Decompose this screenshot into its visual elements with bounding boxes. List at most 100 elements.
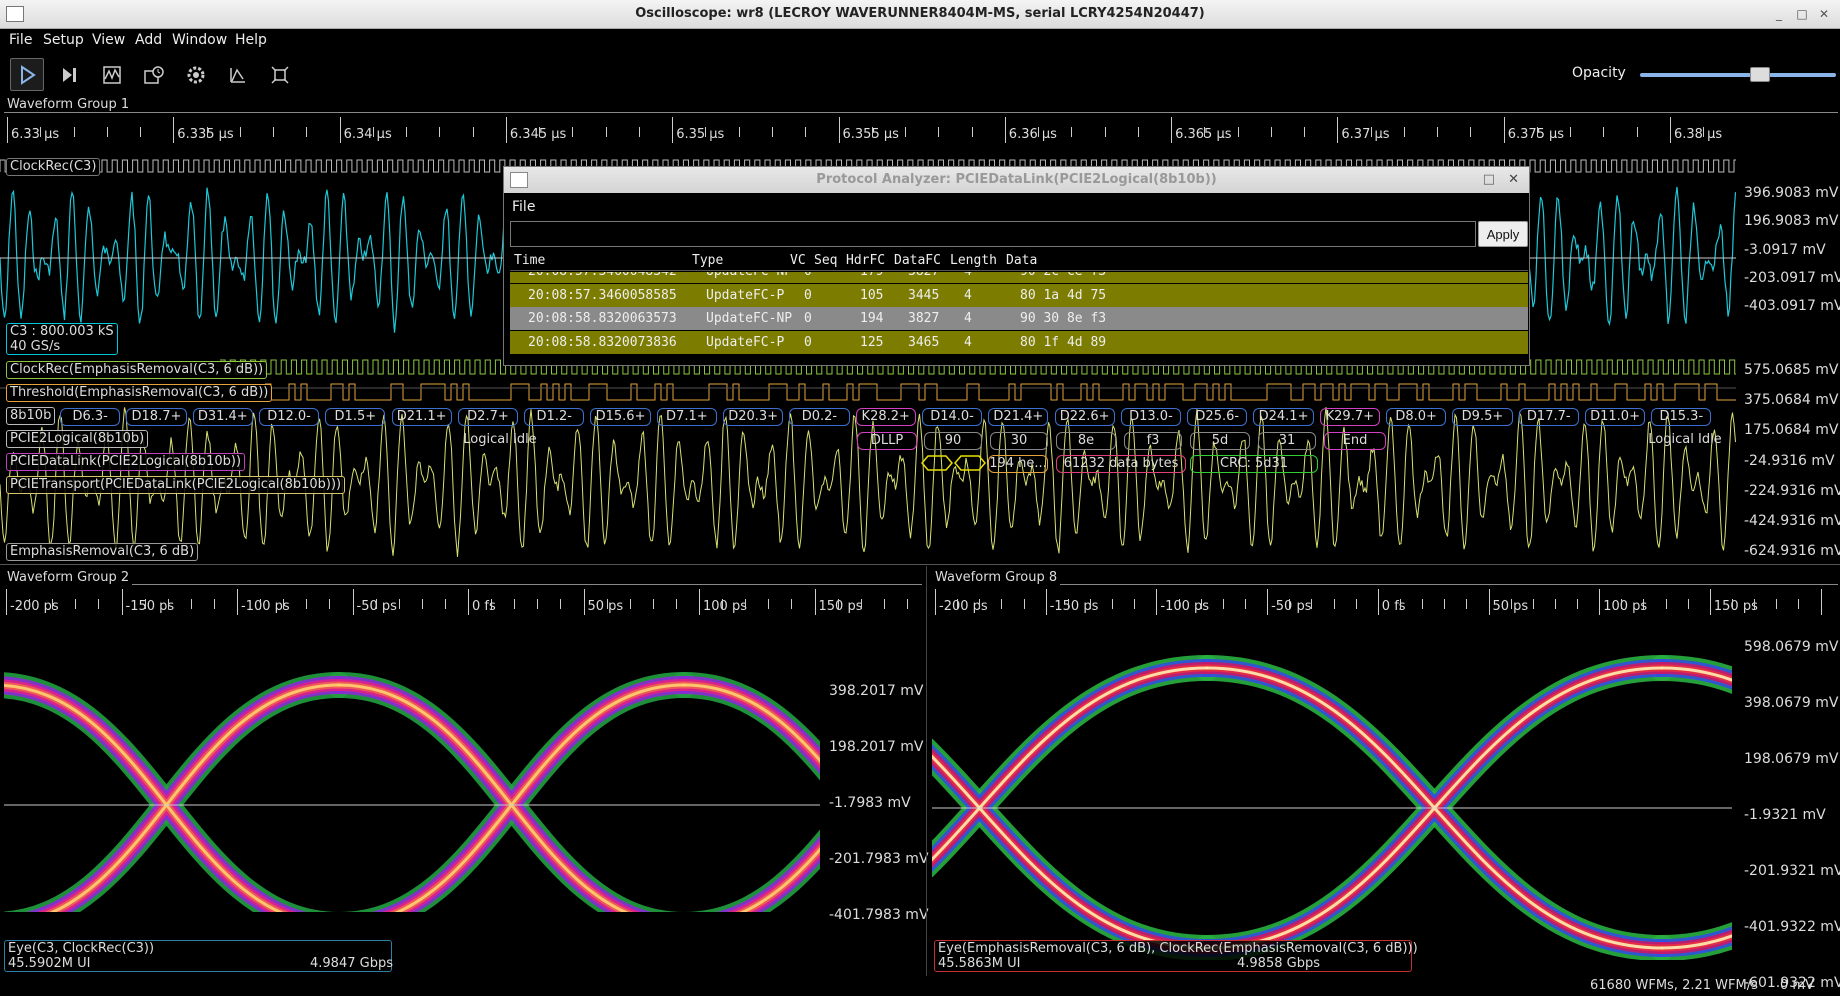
8b10b-symbol[interactable]: D17.7- <box>1518 408 1579 426</box>
protocol-window-icon <box>510 172 528 188</box>
table-row[interactable]: 20:08:58.8320073836 UpdateFC-P 0 125 3465 4 80… <box>510 330 1528 354</box>
history-button[interactable] <box>137 58 171 91</box>
logical-byte-5[interactable]: 5d <box>1190 432 1250 450</box>
table-row[interactable]: 20:08:58.8320063573 UpdateFC-NP 0 194 3827 4 9… <box>510 307 1528 330</box>
single-button[interactable] <box>52 58 86 91</box>
8b10b-symbol[interactable]: D9.5+ <box>1452 408 1513 426</box>
logical-byte-4[interactable]: f3 <box>1124 432 1182 450</box>
col-data[interactable]: Data <box>1006 253 1037 268</box>
time-tick <box>439 127 441 137</box>
8b10b-symbol[interactable]: D15.6+ <box>590 408 651 426</box>
time-tick <box>1636 127 1638 137</box>
protocol-maximize-icon[interactable]: □ <box>1483 167 1495 193</box>
c3-channel-label[interactable]: C3 : 800.003 kS 40 GS/s <box>6 323 118 355</box>
table-cell: 4 <box>964 334 972 350</box>
8b10b-symbol[interactable]: D31.4+ <box>192 408 253 426</box>
8b10b-symbol[interactable]: K29.7+ <box>1319 408 1380 426</box>
8b10b-symbol[interactable]: D14.0- <box>921 408 983 426</box>
measure-button[interactable] <box>221 58 255 91</box>
threshold-waveform <box>265 383 1736 401</box>
group2-time-axis[interactable]: -200 ps -150 ps -100 ps -50 ps 0 fs 50 ps 100 … <box>0 585 922 621</box>
menu-help[interactable]: Help <box>235 32 267 48</box>
time-tick <box>1709 589 1711 615</box>
8b10b-symbol[interactable]: D25.6- <box>1187 408 1248 426</box>
y-axis-label: -401.9322 mV <box>1744 919 1840 935</box>
8b10b-symbol[interactable]: D13.0- <box>1120 408 1182 426</box>
datalink-data[interactable]: 61232 data bytes <box>1056 455 1186 473</box>
col-time[interactable]: Time <box>514 253 545 268</box>
group8-time-axis[interactable]: -200 ps -150 ps -100 ps -50 ps 0 fs 50 ps 100 … <box>932 585 1838 621</box>
eye-c3-info[interactable]: Eye(C3, ClockRec(C3)) 45.5902M UI 4.9847 … <box>4 940 393 972</box>
8b10b-symbol[interactable]: D6.3- <box>60 408 121 426</box>
time-tick <box>1665 599 1667 609</box>
8b10b-symbol[interactable]: D1.5+ <box>325 408 386 426</box>
logical-byte-6[interactable]: 31 <box>1258 432 1316 450</box>
col-length[interactable]: Length <box>950 253 997 268</box>
threshold-label[interactable]: Threshold(EmphasisRemoval(C3, 6 dB)) <box>6 384 273 402</box>
time-tick <box>1237 127 1239 137</box>
logical-byte-2[interactable]: 30 <box>990 432 1048 450</box>
time-tick-label: 6.335 µs <box>177 127 234 142</box>
eye-diagram-c3[interactable] <box>4 630 820 912</box>
datalink-crc[interactable]: CRC: 5d31 <box>1190 455 1318 473</box>
time-tick <box>1377 589 1379 615</box>
protocol-table-body[interactable]: 20:08:57.3460048342UpdateFC-NP0179382749… <box>504 272 1531 362</box>
measure-icon <box>230 67 245 83</box>
menu-setup[interactable]: Setup <box>43 32 84 48</box>
table-row[interactable]: 20:08:57.3460058585 UpdateFC-P 0 105 3445 4 80… <box>510 283 1528 307</box>
menu-window[interactable]: Window <box>172 32 227 48</box>
col-vc[interactable]: VC <box>790 253 806 268</box>
time-tick-label: -150 ps <box>1049 599 1099 614</box>
8b10b-symbol[interactable]: D11.0+ <box>1584 408 1646 426</box>
logical-byte-3[interactable]: 8e <box>1056 432 1116 450</box>
y-axis-label: 198.2017 mV <box>829 739 924 755</box>
settings-button[interactable] <box>179 58 213 91</box>
8b10b-symbol[interactable]: D20.3+ <box>723 408 784 426</box>
menu-file[interactable]: File <box>9 32 32 48</box>
time-tick <box>6 589 7 615</box>
time-tick <box>1304 127 1306 137</box>
8b10b-symbol[interactable]: D15.3- <box>1651 408 1712 426</box>
protocol-menu-file[interactable]: File <box>512 199 535 215</box>
time-tick-label: -50 ps <box>1271 599 1312 614</box>
8b10b-symbol[interactable]: D24.1+ <box>1253 408 1314 426</box>
protocol-filter-input[interactable] <box>510 221 1476 247</box>
datalink-header[interactable]: 194 he... <box>988 455 1048 473</box>
8b10b-symbol[interactable]: D1.2- <box>524 408 585 426</box>
eye-emphasis-info[interactable]: Eye(EmphasisRemoval(C3, 6 dB), ClockRec(… <box>934 940 1418 972</box>
vertical-splitter[interactable] <box>926 566 927 976</box>
menu-add[interactable]: Add <box>135 32 162 48</box>
time-tick <box>1104 127 1106 137</box>
8b10b-symbol[interactable]: D18.7+ <box>126 408 187 426</box>
time-tick <box>283 599 285 609</box>
time-tick-label: 100 ps <box>1603 599 1648 614</box>
time-tick <box>468 589 469 615</box>
col-type[interactable]: Type <box>692 253 723 268</box>
8b10b-symbol[interactable]: D2.7+ <box>457 408 519 426</box>
menu-view[interactable]: View <box>92 32 125 48</box>
table-cell: 20:08:58.8320063573 <box>528 311 677 326</box>
eye-diagram-emphasis[interactable] <box>932 630 1732 960</box>
table-row[interactable]: 20:08:57.3460048342UpdateFC-NP0179382749… <box>510 272 1528 283</box>
8b10b-symbol[interactable]: D21.1+ <box>391 408 452 426</box>
time-tick <box>938 127 940 137</box>
protocol-close-icon[interactable]: ✕ <box>1508 167 1519 193</box>
end-marker[interactable]: End <box>1324 432 1386 450</box>
8b10b-symbol[interactable]: D7.1+ <box>656 408 717 426</box>
logical-byte-1[interactable]: 90 <box>924 432 982 450</box>
time-tick <box>699 589 700 615</box>
pcietransport-label[interactable]: PCIETransport(PCIEDataLink(PCIE2Logical(… <box>6 476 346 494</box>
8b10b-symbol[interactable]: D21.4+ <box>988 408 1049 426</box>
8b10b-symbol[interactable]: D12.0- <box>258 408 320 426</box>
autoscale-button[interactable] <box>263 58 297 91</box>
clockrec-c3-label[interactable]: ClockRec(C3) <box>6 158 101 176</box>
time-tick <box>572 127 574 137</box>
8b10b-symbol[interactable]: D8.0+ <box>1386 408 1447 426</box>
clockrec-emphasis-label[interactable]: ClockRec(EmphasisRemoval(C3, 6 dB)) <box>6 361 268 379</box>
c3-sample-rate: 40 GS/s <box>10 339 61 354</box>
apply-button[interactable]: Apply <box>1478 221 1528 247</box>
8b10b-symbol[interactable]: D22.6+ <box>1054 408 1115 426</box>
emphasis-removal-label[interactable]: EmphasisRemoval(C3, 6 dB) <box>6 543 199 561</box>
run-button[interactable] <box>10 58 44 91</box>
force-trigger-button[interactable] <box>95 58 129 91</box>
